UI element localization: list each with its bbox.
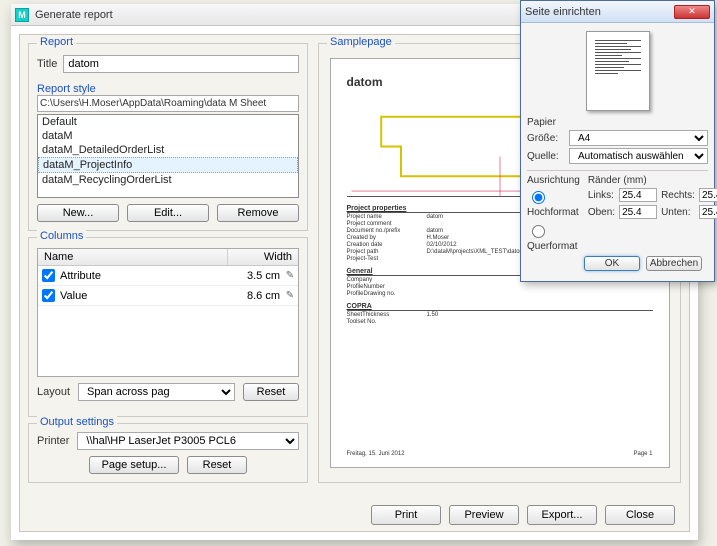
printer-label: Printer xyxy=(37,435,69,447)
margin-bottom-label: Unten: xyxy=(661,207,695,218)
sample-footer-page: Page 1 xyxy=(633,451,652,457)
columns-group: Columns Name Width Attribute 3.5 cm ✎ xyxy=(28,237,308,417)
orientation-legend: Ausrichtung xyxy=(527,175,580,186)
print-button[interactable]: Print xyxy=(371,505,441,525)
portrait-radio-label[interactable]: Hochformat xyxy=(527,188,580,218)
output-legend: Output settings xyxy=(37,416,117,428)
edit-icon[interactable]: ✎ xyxy=(282,290,298,301)
paper-size-label: Größe: xyxy=(527,133,565,144)
margin-left-input[interactable] xyxy=(619,188,657,202)
page-setup-dialog: Seite einrichten ✕ Papier Größe: A4 Quel… xyxy=(520,0,715,282)
output-reset-button[interactable]: Reset xyxy=(187,456,247,474)
style-path: C:\Users\H.Moser\AppData\Roaming\data M … xyxy=(37,95,299,112)
app-icon: M xyxy=(15,8,29,22)
preview-button[interactable]: Preview xyxy=(449,505,519,525)
sample-legend: Samplepage xyxy=(327,36,395,48)
col-header-name[interactable]: Name xyxy=(38,249,228,265)
landscape-radio[interactable] xyxy=(532,225,545,238)
close-icon[interactable]: ✕ xyxy=(674,5,710,19)
style-item-default[interactable]: Default xyxy=(38,115,298,129)
col-check-value[interactable] xyxy=(42,289,55,302)
layout-select[interactable]: Span across pag xyxy=(78,383,235,401)
remove-style-button[interactable]: Remove xyxy=(217,204,299,222)
margin-right-input[interactable] xyxy=(699,188,717,202)
title-label: Title xyxy=(37,58,57,70)
margin-bottom-input[interactable] xyxy=(699,205,717,219)
columns-reset-button[interactable]: Reset xyxy=(243,383,299,401)
close-button[interactable]: Close xyxy=(605,505,675,525)
ok-button[interactable]: OK xyxy=(584,256,640,271)
paper-legend: Papier xyxy=(527,117,708,128)
edit-style-button[interactable]: Edit... xyxy=(127,204,209,222)
sample-footer-date: Freitag, 15. Juni 2012 xyxy=(347,451,405,457)
columns-table: Name Width Attribute 3.5 cm ✎ Value xyxy=(37,248,299,377)
layout-label: Layout xyxy=(37,386,70,398)
page-setup-title: Seite einrichten xyxy=(525,6,601,18)
section-copra: COPRA xyxy=(347,303,653,311)
paper-source-select[interactable]: Automatisch auswählen xyxy=(569,148,708,164)
margin-top-label: Oben: xyxy=(588,207,615,218)
table-row[interactable]: Value 8.6 cm ✎ xyxy=(38,286,298,306)
printer-select[interactable]: \\hal\HP LaserJet P3005 PCL6 xyxy=(77,432,299,450)
col-name: Value xyxy=(58,288,226,304)
margin-top-input[interactable] xyxy=(619,205,657,219)
edit-icon[interactable]: ✎ xyxy=(282,270,298,281)
report-style-legend: Report style xyxy=(37,83,96,95)
margins-legend: Ränder (mm) xyxy=(588,175,717,186)
paper-size-select[interactable]: A4 xyxy=(569,130,708,146)
margin-right-label: Rechts: xyxy=(661,190,695,201)
title-input[interactable] xyxy=(63,55,299,73)
page-setup-button[interactable]: Page setup... xyxy=(89,456,179,474)
portrait-radio[interactable] xyxy=(532,191,545,204)
col-header-width[interactable]: Width xyxy=(228,249,298,265)
col-width: 8.6 cm xyxy=(226,288,282,304)
col-width: 3.5 cm xyxy=(226,268,282,284)
style-item-projectinfo[interactable]: dataM_ProjectInfo xyxy=(38,157,298,173)
output-group: Output settings Printer \\hal\HP LaserJe… xyxy=(28,423,308,483)
cancel-button[interactable]: Abbrechen xyxy=(646,256,702,271)
style-list[interactable]: Default dataM dataM_DetailedOrderList da… xyxy=(37,114,299,198)
col-name: Attribute xyxy=(58,268,226,284)
style-item-recycling[interactable]: dataM_RecyclingOrderList xyxy=(38,173,298,187)
col-check-attribute[interactable] xyxy=(42,269,55,282)
table-row[interactable]: Attribute 3.5 cm ✎ xyxy=(38,266,298,286)
report-group: Report Title Report style C:\Users\H.Mos… xyxy=(28,43,308,231)
style-item-detailed[interactable]: dataM_DetailedOrderList xyxy=(38,143,298,157)
page-preview-icon xyxy=(586,31,650,111)
paper-source-label: Quelle: xyxy=(527,151,565,162)
style-item-datam[interactable]: dataM xyxy=(38,129,298,143)
bottom-button-bar: Print Preview Export... Close xyxy=(371,505,675,525)
columns-legend: Columns xyxy=(37,230,86,242)
margin-left-label: Links: xyxy=(588,190,615,201)
page-setup-titlebar: Seite einrichten ✕ xyxy=(521,1,714,23)
export-button[interactable]: Export... xyxy=(527,505,597,525)
report-legend: Report xyxy=(37,36,76,48)
window-title: Generate report xyxy=(35,9,113,21)
new-style-button[interactable]: New... xyxy=(37,204,119,222)
landscape-radio-label[interactable]: Querformat xyxy=(527,222,580,252)
